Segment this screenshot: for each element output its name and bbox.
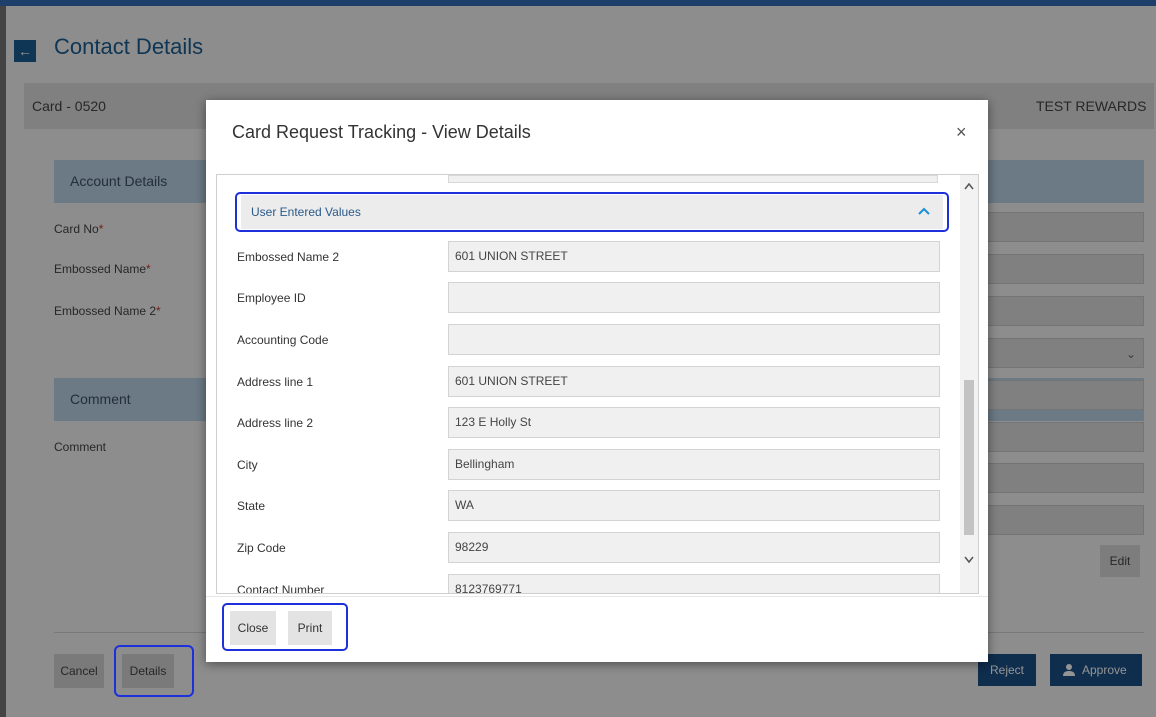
- modal-scroll-area[interactable]: User Entered Values Embossed Name 2 601 …: [216, 174, 979, 594]
- zip-code-value: 98229: [448, 532, 940, 563]
- embossed-name-2-value: 601 UNION STREET: [448, 241, 940, 272]
- accounting-code-label: Accounting Code: [237, 333, 329, 347]
- clipped-field: [448, 175, 938, 183]
- employee-id-value: [448, 282, 940, 313]
- city-value: Bellingham: [448, 449, 940, 480]
- section-highlight-outline: [235, 192, 949, 232]
- scrollbar-thumb[interactable]: [964, 380, 974, 535]
- contact-number-value: 8123769771: [448, 574, 940, 593]
- modal-footer-divider: [206, 596, 988, 597]
- employee-id-label: Employee ID: [237, 291, 306, 305]
- address-line-2-label: Address line 2: [237, 416, 314, 430]
- embossed-name-2-label: Embossed Name 2: [237, 250, 340, 264]
- city-label: City: [237, 458, 258, 472]
- contact-number-label: Contact Number: [237, 583, 325, 594]
- view-details-modal: Card Request Tracking - View Details × U…: [206, 100, 988, 662]
- scrollbar[interactable]: [960, 175, 978, 593]
- footer-highlight-outline: [222, 603, 348, 651]
- close-icon[interactable]: ×: [956, 122, 967, 143]
- scroll-up-icon[interactable]: [963, 181, 975, 191]
- scroll-down-icon[interactable]: [963, 555, 975, 565]
- zip-code-label: Zip Code: [237, 541, 286, 555]
- address-line-1-value: 601 UNION STREET: [448, 366, 940, 397]
- details-highlight-outline: [114, 645, 194, 697]
- address-line-1-label: Address line 1: [237, 375, 314, 389]
- address-line-2-value: 123 E Holly St: [448, 407, 940, 438]
- modal-title: Card Request Tracking - View Details: [232, 122, 531, 142]
- accounting-code-value: [448, 324, 940, 355]
- state-value: WA: [448, 490, 940, 521]
- state-label: State: [237, 499, 266, 513]
